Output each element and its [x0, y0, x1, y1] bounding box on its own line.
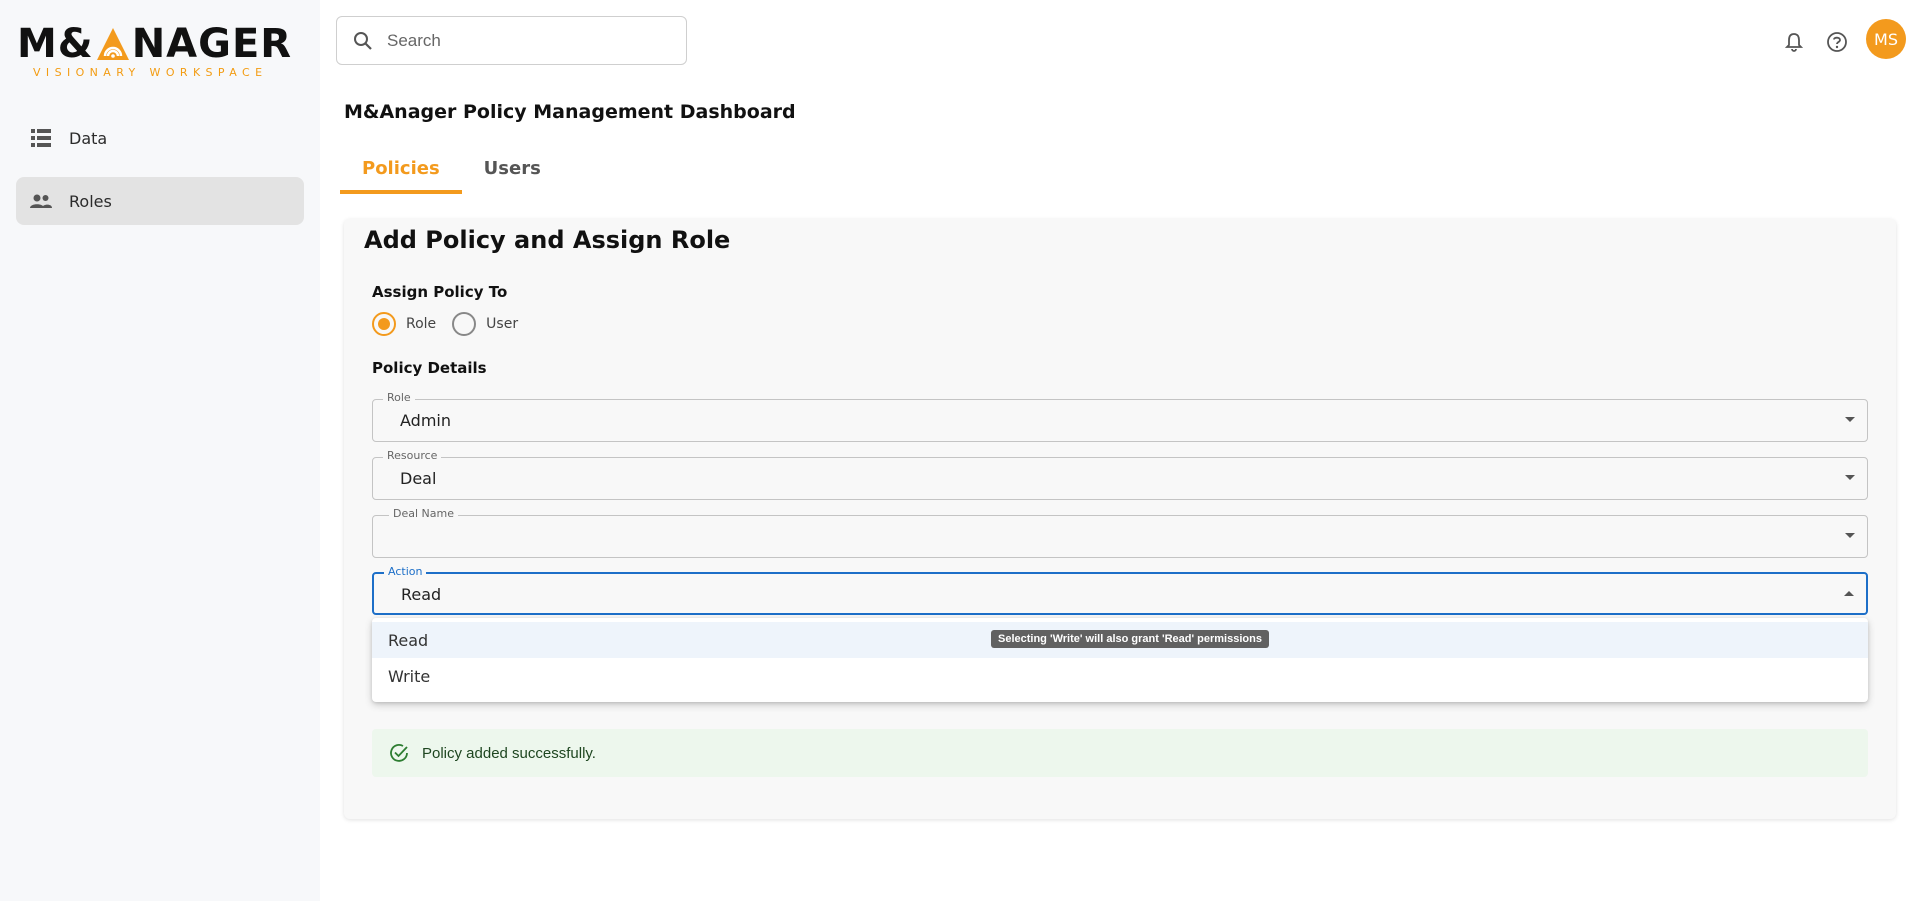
chevron-down-icon	[1845, 475, 1855, 480]
chevron-up-icon	[1844, 591, 1854, 596]
menu-item-write[interactable]: Write	[372, 658, 1868, 694]
logo-tagline: VISIONARY WORKSPACE	[33, 66, 268, 79]
role-select[interactable]: Role Admin	[372, 391, 1868, 442]
alert-message: Policy added successfully.	[422, 744, 596, 762]
radio-user-label[interactable]: User	[486, 316, 518, 332]
radio-role[interactable]	[372, 312, 396, 336]
assign-radio-group: Role User	[372, 312, 534, 336]
help-icon[interactable]	[1823, 28, 1851, 56]
chevron-down-icon	[1845, 533, 1855, 538]
assign-policy-label: Assign Policy To	[372, 283, 508, 301]
resource-select-value: Deal	[400, 469, 437, 488]
avatar[interactable]: MS	[1866, 19, 1906, 59]
radio-user[interactable]	[452, 312, 477, 336]
logo-text-right: NAGER	[131, 21, 293, 67]
sidebar-item-label: Data	[69, 128, 108, 148]
tab-bar: Policies Users	[340, 150, 563, 194]
logo-text-left: M&	[17, 21, 94, 67]
check-circle-icon	[388, 742, 410, 764]
people-icon	[29, 189, 53, 213]
page-title: M&Anager Policy Management Dashboard	[344, 101, 796, 123]
action-select-label: Action	[384, 565, 427, 579]
deal-name-select[interactable]: Deal Name	[372, 507, 1868, 558]
notifications-bell-icon[interactable]	[1780, 28, 1808, 56]
search-icon	[353, 31, 373, 51]
card-title: Add Policy and Assign Role	[364, 226, 731, 254]
deal-name-select-label: Deal Name	[389, 507, 458, 521]
resource-select-label: Resource	[383, 449, 442, 463]
radio-role-label[interactable]: Role	[406, 316, 436, 332]
list-icon	[29, 126, 53, 150]
logo-a-icon	[95, 26, 131, 62]
role-select-label: Role	[383, 391, 415, 405]
sidebar-item-roles[interactable]: Roles	[16, 177, 304, 225]
permission-tooltip: Selecting 'Write' will also grant 'Read'…	[991, 630, 1269, 648]
action-select[interactable]: Action Read	[372, 565, 1868, 615]
sidebar-item-data[interactable]: Data	[16, 114, 304, 162]
logo-wordmark: M& NAGER	[17, 21, 291, 67]
tab-users[interactable]: Users	[462, 150, 563, 194]
brand-logo[interactable]: M& NAGER VISIONARY WORKSPACE	[17, 21, 291, 79]
success-alert: Policy added successfully.	[372, 729, 1868, 777]
action-select-value: Read	[401, 585, 442, 604]
topbar-actions: MS	[1765, 19, 1906, 59]
sidebar-item-label: Roles	[69, 191, 112, 211]
sidebar: M& NAGER VISIONARY WORKSPACE Data Roles	[0, 0, 320, 901]
policy-details-label: Policy Details	[372, 359, 487, 377]
search-input[interactable]	[387, 30, 667, 51]
role-select-value: Admin	[400, 411, 451, 430]
resource-select[interactable]: Resource Deal	[372, 449, 1868, 500]
add-policy-card: Add Policy and Assign Role Assign Policy…	[344, 219, 1896, 819]
chevron-down-icon	[1845, 417, 1855, 422]
tab-policies[interactable]: Policies	[340, 150, 462, 194]
search-box[interactable]	[336, 16, 687, 65]
